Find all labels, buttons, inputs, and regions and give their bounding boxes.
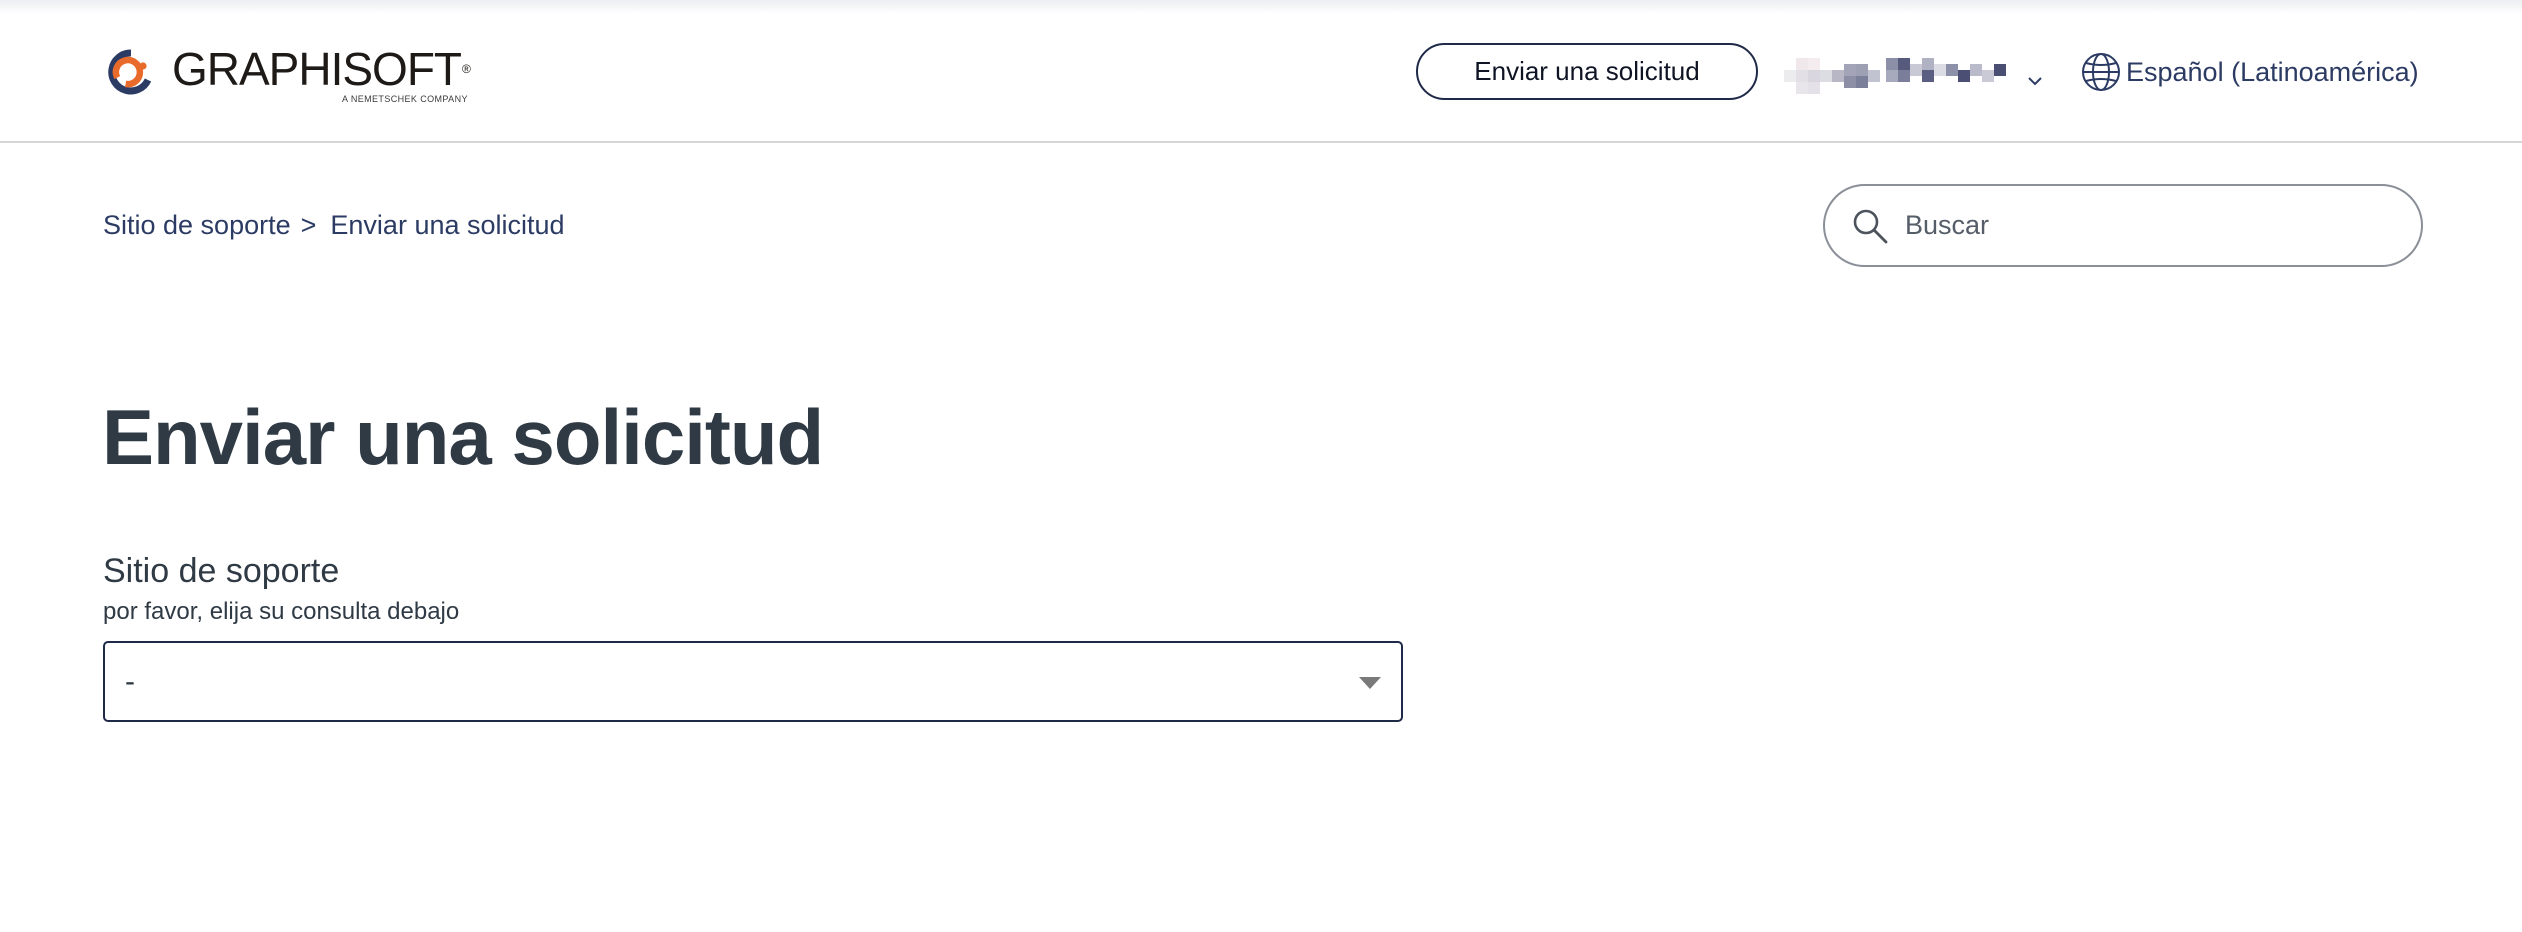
language-label: Español (Latinoamérica) [2126, 56, 2419, 87]
logo-wordmark: GRAPHISOFT® [172, 43, 471, 95]
breadcrumb-item-submit-request[interactable]: Enviar una solicitud [330, 210, 564, 241]
user-menu-toggle[interactable] [1784, 52, 2044, 102]
language-switcher[interactable]: Español (Latinoamérica) [2080, 50, 2419, 94]
support-site-select[interactable]: - [103, 641, 1403, 722]
breadcrumb: Sitio de soporte > Enviar una solicitud [103, 210, 565, 241]
logo-text-group: GRAPHISOFT® A NEMETSCHEK COMPANY [172, 43, 471, 105]
support-site-field-label: Sitio de soporte [103, 552, 340, 590]
search-input[interactable] [1905, 210, 2405, 241]
support-site-field-hint: por favor, elija su consulta debajo [103, 598, 460, 625]
header-top-shadow [0, 0, 2522, 14]
submit-request-button[interactable]: Enviar una solicitud [1416, 43, 1758, 100]
graphisoft-logo[interactable]: GRAPHISOFT® A NEMETSCHEK COMPANY [108, 43, 471, 105]
site-header: GRAPHISOFT® A NEMETSCHEK COMPANY Enviar … [0, 0, 2522, 143]
graphisoft-logo-mark-icon [108, 49, 152, 95]
breadcrumb-item-support-site[interactable]: Sitio de soporte [103, 210, 291, 241]
caret-down-icon [1359, 677, 1381, 689]
select-current-value: - [125, 664, 135, 698]
page-title: Enviar una solicitud [102, 393, 824, 481]
search-box[interactable] [1823, 184, 2423, 267]
globe-icon [2082, 53, 2120, 91]
breadcrumb-separator: > [300, 210, 317, 240]
logo-tagline: A NEMETSCHEK COMPANY [342, 94, 468, 104]
chevron-down-icon [2028, 77, 2042, 86]
user-name-pixelated [1784, 52, 2018, 102]
search-icon [1853, 209, 1888, 243]
